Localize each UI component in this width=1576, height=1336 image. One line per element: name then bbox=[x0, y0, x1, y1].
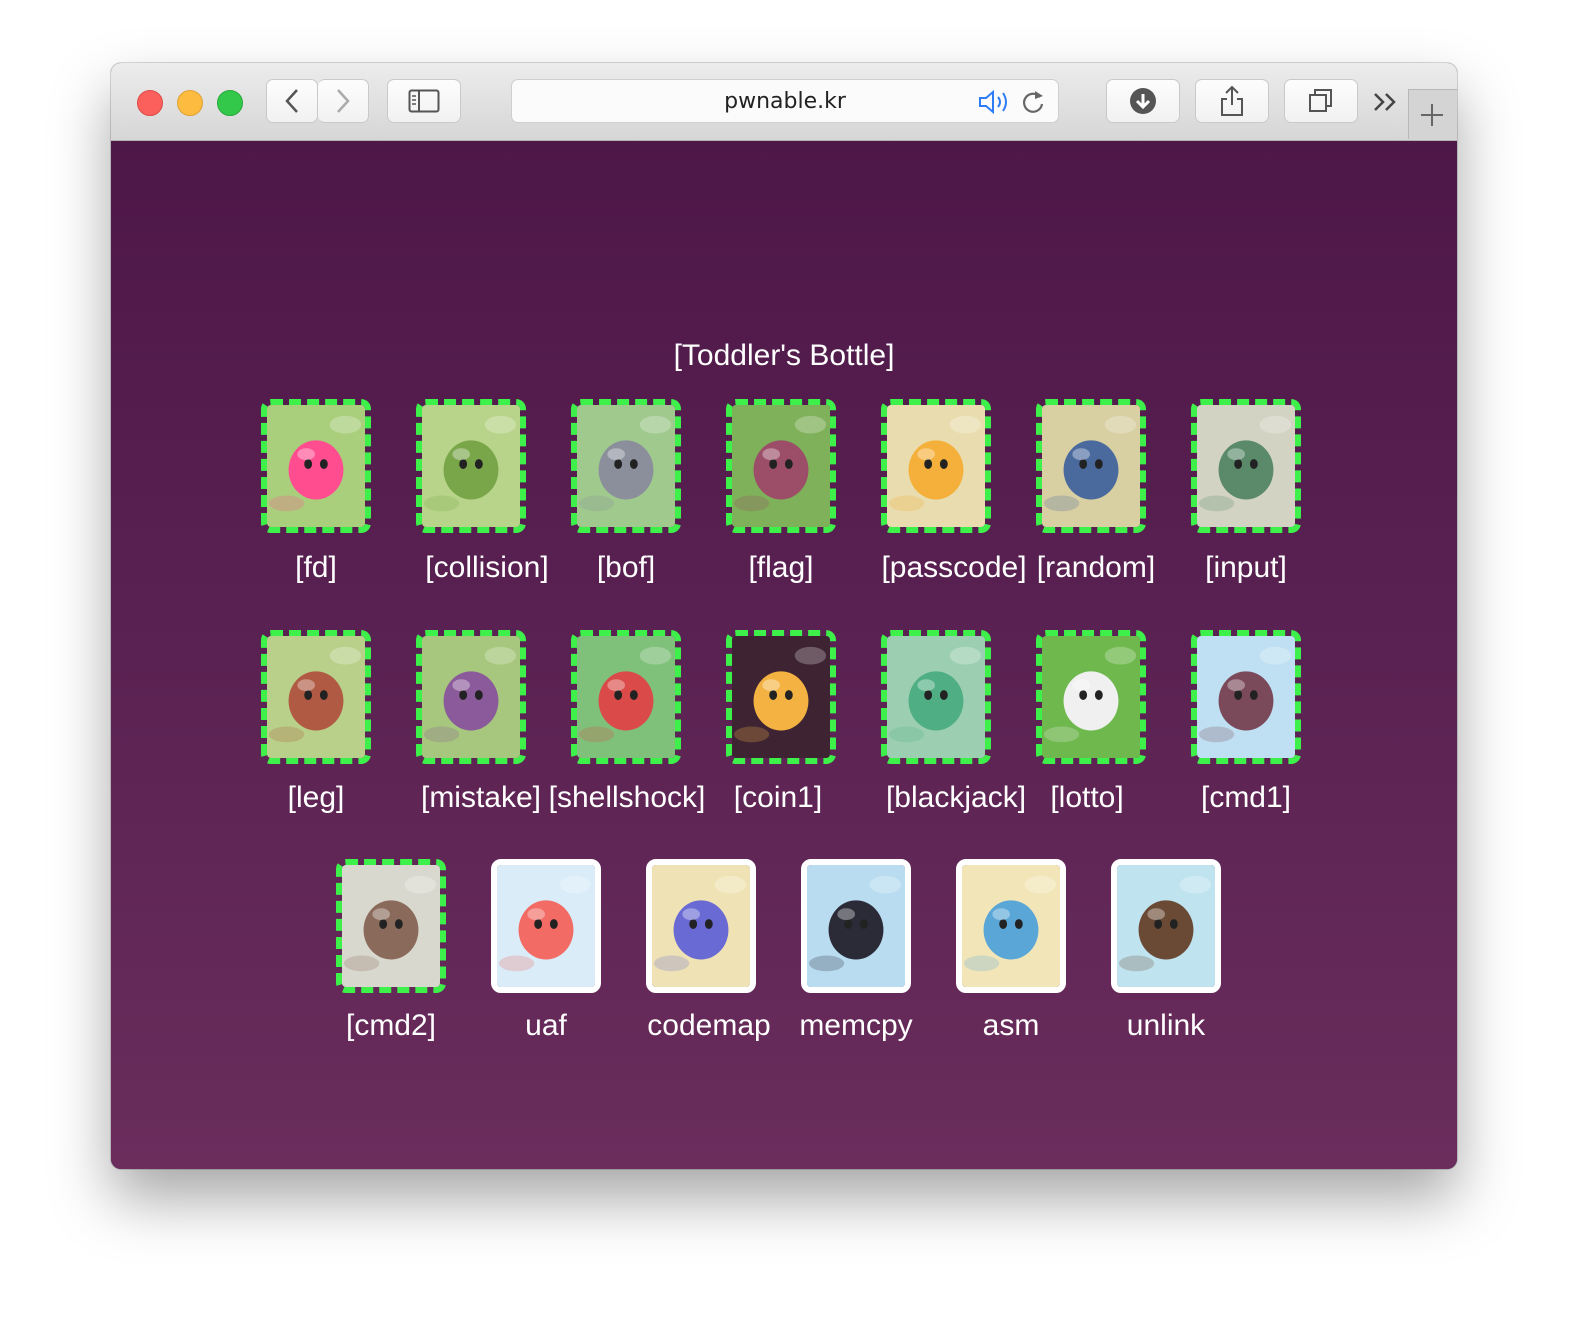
challenge-illustration bbox=[652, 865, 750, 987]
challenge-illustration bbox=[1197, 636, 1295, 758]
challenge-card-hermit-shell[interactable] bbox=[336, 859, 446, 993]
address-url: pwnable.kr bbox=[724, 89, 846, 114]
zoom-window-button[interactable] bbox=[217, 90, 243, 116]
section-title: [Toddler's Bottle] bbox=[673, 339, 895, 372]
challenge-card-girl-shell[interactable] bbox=[1191, 630, 1301, 764]
page-content: [Toddler's Bottle] [fd] [collision] [bof][… bbox=[111, 141, 1457, 1169]
challenge-illustration bbox=[422, 405, 520, 527]
plus-icon bbox=[1421, 104, 1443, 126]
challenge-card-cat-umbrella[interactable] bbox=[801, 859, 911, 993]
challenge-card-boxing-bug[interactable] bbox=[1191, 399, 1301, 533]
back-button[interactable] bbox=[266, 79, 318, 123]
challenge-card-pink-slime[interactable] bbox=[261, 399, 371, 533]
challenge-illustration bbox=[267, 636, 365, 758]
challenge-card-clouds[interactable] bbox=[491, 859, 601, 993]
browser-toolbar: pwnable.kr bbox=[111, 63, 1457, 141]
challenge-label[interactable]: [random] bbox=[1011, 551, 1181, 585]
close-window-button[interactable] bbox=[137, 90, 163, 116]
tabs-overview-button[interactable] bbox=[1284, 79, 1358, 123]
challenge-card-monkey[interactable] bbox=[416, 630, 526, 764]
challenge-label[interactable]: [flag] bbox=[696, 551, 866, 585]
challenge-label[interactable]: [mistake] bbox=[396, 781, 566, 815]
challenge-illustration bbox=[577, 405, 675, 527]
challenge-illustration bbox=[267, 405, 365, 527]
challenge-illustration bbox=[732, 405, 830, 527]
more-chevron-icon[interactable] bbox=[1371, 89, 1401, 115]
challenge-illustration bbox=[962, 865, 1060, 987]
reload-icon[interactable] bbox=[1020, 88, 1046, 116]
challenge-label[interactable]: [input] bbox=[1161, 551, 1331, 585]
challenge-illustration bbox=[807, 865, 905, 987]
downloads-button[interactable] bbox=[1106, 79, 1180, 123]
challenge-card-caterpillars[interactable] bbox=[416, 399, 526, 533]
challenge-card-beetle[interactable] bbox=[1111, 859, 1221, 993]
challenge-label[interactable]: [lotto] bbox=[1002, 781, 1172, 815]
challenge-label[interactable]: [cmd2] bbox=[306, 1009, 476, 1043]
chevron-left-icon bbox=[285, 89, 298, 113]
challenge-illustration bbox=[577, 636, 675, 758]
challenge-label[interactable]: [coin1] bbox=[693, 781, 863, 815]
challenge-label[interactable]: memcpy bbox=[771, 1009, 941, 1043]
share-button[interactable] bbox=[1195, 79, 1269, 123]
challenge-label[interactable]: unlink bbox=[1081, 1009, 1251, 1043]
challenge-illustration bbox=[1042, 636, 1140, 758]
challenge-label[interactable]: [fd] bbox=[231, 551, 401, 585]
challenge-card-beach-towel[interactable] bbox=[646, 859, 756, 993]
challenge-illustration bbox=[342, 865, 440, 987]
challenge-card-wolf[interactable] bbox=[1036, 399, 1146, 533]
share-icon bbox=[1221, 85, 1243, 116]
challenge-illustration bbox=[887, 405, 985, 527]
challenge-label[interactable]: uaf bbox=[461, 1009, 631, 1043]
challenge-illustration bbox=[1197, 405, 1295, 527]
challenge-label[interactable]: asm bbox=[926, 1009, 1096, 1043]
challenge-illustration bbox=[422, 636, 520, 758]
challenge-card-rabbit[interactable] bbox=[1036, 630, 1146, 764]
forward-button[interactable] bbox=[318, 79, 369, 123]
minimize-window-button[interactable] bbox=[177, 90, 203, 116]
tabs-icon bbox=[1309, 89, 1332, 112]
download-icon bbox=[1130, 88, 1156, 114]
challenge-card-dragon[interactable] bbox=[881, 630, 991, 764]
challenge-illustration bbox=[887, 636, 985, 758]
challenge-card-yellow-bird[interactable] bbox=[881, 399, 991, 533]
sidebar-toggle-button[interactable] bbox=[387, 79, 461, 123]
challenge-label[interactable]: [bof] bbox=[541, 551, 711, 585]
challenge-card-cocoon[interactable] bbox=[726, 399, 836, 533]
challenge-label[interactable]: codemap bbox=[624, 1009, 794, 1043]
challenge-card-plant-mouth[interactable] bbox=[571, 630, 681, 764]
new-tab-button[interactable] bbox=[1408, 89, 1457, 139]
sidebar-icon bbox=[408, 89, 440, 113]
speaker-icon[interactable] bbox=[978, 89, 1012, 115]
challenge-illustration bbox=[1042, 405, 1140, 527]
challenge-card-bear[interactable] bbox=[261, 630, 371, 764]
challenge-card-raccoon[interactable] bbox=[571, 399, 681, 533]
address-bar[interactable]: pwnable.kr bbox=[511, 79, 1059, 123]
challenge-label[interactable]: [leg] bbox=[231, 781, 401, 815]
challenge-label[interactable]: [cmd1] bbox=[1161, 781, 1331, 815]
challenge-illustration bbox=[1117, 865, 1215, 987]
challenge-label[interactable]: [shellshock] bbox=[542, 781, 712, 815]
browser-window: pwnable.kr [Toddler's Bottle] [fd] [colli… bbox=[111, 63, 1457, 1169]
challenge-card-penguin-beach[interactable] bbox=[956, 859, 1066, 993]
challenge-illustration bbox=[497, 865, 595, 987]
challenge-card-halloween[interactable] bbox=[726, 630, 836, 764]
challenge-illustration bbox=[732, 636, 830, 758]
chevron-right-icon bbox=[337, 89, 350, 113]
